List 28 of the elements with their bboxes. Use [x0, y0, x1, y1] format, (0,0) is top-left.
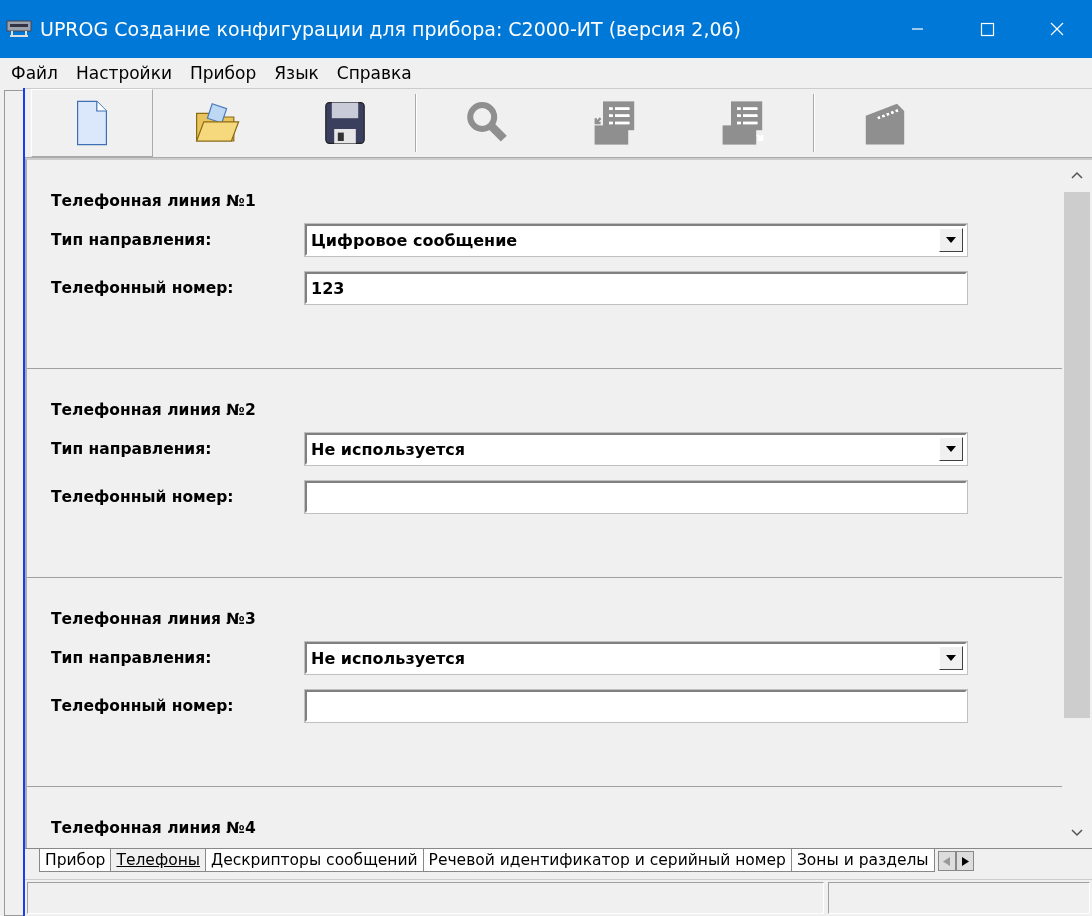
field-label: Тип направления: — [51, 440, 213, 458]
field-label: Тип направления: — [51, 231, 213, 249]
menu-item[interactable]: Прибор — [181, 63, 266, 83]
field-label: Телефонный номер: — [51, 488, 235, 506]
tab[interactable]: Прибор — [39, 849, 112, 872]
section-title: Телефонная линия №1 — [51, 192, 257, 210]
field-label: Телефонный номер: — [51, 697, 235, 715]
section-title: Телефонная линия №4 — [51, 819, 257, 837]
field-label: Тип направления: — [51, 649, 213, 667]
menu-item[interactable]: Справка — [327, 63, 421, 83]
app-icon — [6, 19, 32, 39]
input-field[interactable] — [305, 481, 967, 513]
dropdown[interactable]: Не используется — [305, 433, 967, 465]
section-title: Телефонная линия №2 — [51, 401, 257, 419]
menu-item[interactable]: Настройки — [66, 63, 181, 83]
tab[interactable]: Зоны и разделы — [790, 849, 935, 872]
menu-item[interactable]: Язык — [265, 63, 328, 83]
section-title: Телефонная линия №3 — [51, 610, 257, 628]
dropdown[interactable]: Цифровое сообщение — [305, 224, 967, 256]
tab[interactable]: Дескрипторы сообщений — [205, 849, 424, 872]
menu-item[interactable]: Файл — [2, 63, 67, 83]
input-field[interactable]: 123 — [305, 272, 967, 304]
input-field[interactable] — [305, 690, 967, 722]
dropdown[interactable]: Не используется — [305, 642, 967, 674]
field-label: Телефонный номер: — [51, 279, 235, 297]
tab[interactable]: Речевой идентификатор и серийный номер — [422, 849, 792, 872]
window-title: UPROG Создание конфигурации для прибора: С2000-ИТ (версия 2,06) — [40, 18, 742, 40]
side-panel-handle[interactable] — [4, 90, 23, 916]
